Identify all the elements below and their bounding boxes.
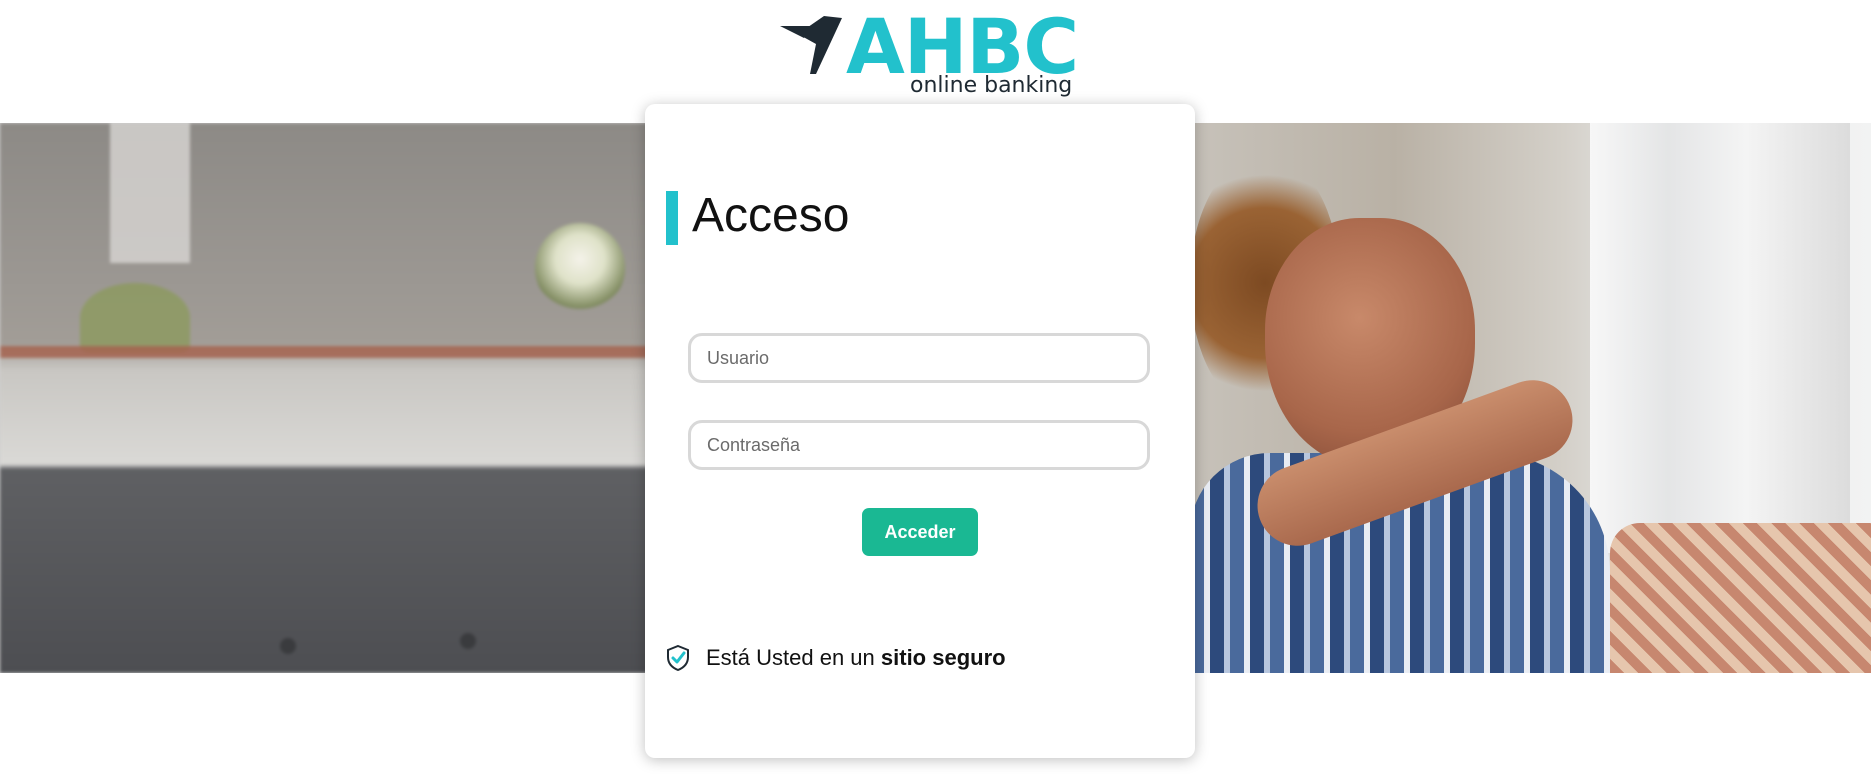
login-button[interactable]: Acceder	[862, 508, 978, 556]
security-text-bold: sitio seguro	[880, 645, 1006, 670]
security-notice: Está Usted en un sitio seguro	[666, 643, 1006, 673]
password-input[interactable]	[688, 420, 1150, 470]
security-text: Está Usted en un sitio seguro	[706, 645, 1006, 670]
shield-check-icon	[667, 645, 689, 671]
bird-icon	[780, 16, 842, 74]
title-accent-bar	[666, 191, 678, 245]
couple-photo	[1190, 123, 1871, 673]
username-input[interactable]	[688, 333, 1150, 383]
brand-logo: AHBC online banking	[780, 2, 1079, 100]
living-room-photo	[0, 123, 650, 673]
brand-tagline: online banking	[910, 73, 1073, 98]
login-title: Acceso	[692, 189, 850, 242]
login-card: Acceso Acceder Está Usted en un sitio se…	[645, 104, 1195, 758]
